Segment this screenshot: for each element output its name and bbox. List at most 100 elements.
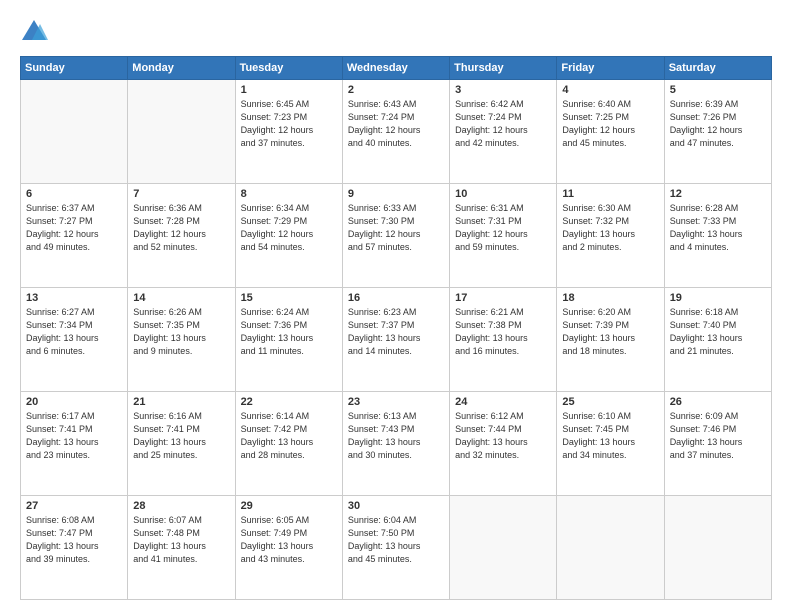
day-info: Sunrise: 6:40 AM Sunset: 7:25 PM Dayligh… — [562, 98, 658, 150]
day-number: 26 — [670, 396, 766, 408]
day-number: 29 — [241, 500, 337, 512]
day-number: 9 — [348, 188, 444, 200]
day-number: 12 — [670, 188, 766, 200]
day-number: 24 — [455, 396, 551, 408]
header — [20, 18, 772, 46]
day-info: Sunrise: 6:37 AM Sunset: 7:27 PM Dayligh… — [26, 202, 122, 254]
calendar-cell: 1Sunrise: 6:45 AM Sunset: 7:23 PM Daylig… — [235, 80, 342, 184]
day-number: 4 — [562, 84, 658, 96]
day-number: 1 — [241, 84, 337, 96]
calendar-cell: 19 Sunrise: 6:18 AM Sunset: 7:40 PM Dayli… — [664, 288, 771, 392]
day-number: 17 — [455, 292, 551, 304]
calendar-cell: 24 Sunrise: 6:12 AM Sunset: 7:44 PM Dayli… — [450, 392, 557, 496]
day-info: Sunrise: 6:05 AM Sunset: 7:49 PM Dayligh… — [241, 514, 337, 566]
day-info: Sunrise: 6:36 AM Sunset: 7:28 PM Dayligh… — [133, 202, 229, 254]
calendar-cell — [664, 496, 771, 600]
calendar-table: SundayMondayTuesdayWednesdayThursdayFrid… — [20, 56, 772, 600]
day-info: Sunrise: 6:30 AM Sunset: 7:32 PM Dayligh… — [562, 202, 658, 254]
calendar-header-row: SundayMondayTuesdayWednesdayThursdayFrid… — [21, 57, 772, 80]
calendar-cell: 18Sunrise: 6:20 AM Sunset: 7:39 PM Dayli… — [557, 288, 664, 392]
day-number: 13 — [26, 292, 122, 304]
day-number: 7 — [133, 188, 229, 200]
calendar-cell: 5Sunrise: 6:39 AM Sunset: 7:26 PM Daylig… — [664, 80, 771, 184]
day-number: 11 — [562, 188, 658, 200]
calendar-cell: 29 Sunrise: 6:05 AM Sunset: 7:49 PM Dayli… — [235, 496, 342, 600]
day-info: Sunrise: 6:21 AM Sunset: 7:38 PM Dayligh… — [455, 306, 551, 358]
calendar-cell: 25 Sunrise: 6:10 AM Sunset: 7:45 PM Dayli… — [557, 392, 664, 496]
calendar-cell: 11 Sunrise: 6:30 AM Sunset: 7:32 PM Dayli… — [557, 184, 664, 288]
day-number: 8 — [241, 188, 337, 200]
day-number: 5 — [670, 84, 766, 96]
calendar-header-saturday: Saturday — [664, 57, 771, 80]
calendar-cell: 26Sunrise: 6:09 AM Sunset: 7:46 PM Dayli… — [664, 392, 771, 496]
calendar-header-friday: Friday — [557, 57, 664, 80]
day-info: Sunrise: 6:04 AM Sunset: 7:50 PM Dayligh… — [348, 514, 444, 566]
day-info: Sunrise: 6:17 AM Sunset: 7:41 PM Dayligh… — [26, 410, 122, 462]
calendar-cell: 28Sunrise: 6:07 AM Sunset: 7:48 PM Dayli… — [128, 496, 235, 600]
day-number: 14 — [133, 292, 229, 304]
day-number: 10 — [455, 188, 551, 200]
day-info: Sunrise: 6:23 AM Sunset: 7:37 PM Dayligh… — [348, 306, 444, 358]
calendar-cell: 6 Sunrise: 6:37 AM Sunset: 7:27 PM Daylig… — [21, 184, 128, 288]
calendar-header-thursday: Thursday — [450, 57, 557, 80]
day-number: 21 — [133, 396, 229, 408]
calendar-cell: 30 Sunrise: 6:04 AM Sunset: 7:50 PM Dayli… — [342, 496, 449, 600]
day-number: 20 — [26, 396, 122, 408]
calendar-cell: 27Sunrise: 6:08 AM Sunset: 7:47 PM Dayli… — [21, 496, 128, 600]
calendar-cell: 21 Sunrise: 6:16 AM Sunset: 7:41 PM Dayli… — [128, 392, 235, 496]
calendar-cell — [21, 80, 128, 184]
calendar-header-sunday: Sunday — [21, 57, 128, 80]
calendar-cell: 17 Sunrise: 6:21 AM Sunset: 7:38 PM Dayli… — [450, 288, 557, 392]
day-info: Sunrise: 6:14 AM Sunset: 7:42 PM Dayligh… — [241, 410, 337, 462]
calendar-cell: 3 Sunrise: 6:42 AM Sunset: 7:24 PM Daylig… — [450, 80, 557, 184]
day-info: Sunrise: 6:27 AM Sunset: 7:34 PM Dayligh… — [26, 306, 122, 358]
day-info: Sunrise: 6:28 AM Sunset: 7:33 PM Dayligh… — [670, 202, 766, 254]
day-number: 27 — [26, 500, 122, 512]
day-info: Sunrise: 6:20 AM Sunset: 7:39 PM Dayligh… — [562, 306, 658, 358]
calendar-cell: 9Sunrise: 6:33 AM Sunset: 7:30 PM Daylig… — [342, 184, 449, 288]
calendar-week-3: 13 Sunrise: 6:27 AM Sunset: 7:34 PM Dayli… — [21, 288, 772, 392]
day-number: 25 — [562, 396, 658, 408]
day-info: Sunrise: 6:31 AM Sunset: 7:31 PM Dayligh… — [455, 202, 551, 254]
calendar-cell: 12 Sunrise: 6:28 AM Sunset: 7:33 PM Dayli… — [664, 184, 771, 288]
day-info: Sunrise: 6:42 AM Sunset: 7:24 PM Dayligh… — [455, 98, 551, 150]
calendar-week-4: 20 Sunrise: 6:17 AM Sunset: 7:41 PM Dayli… — [21, 392, 772, 496]
day-info: Sunrise: 6:13 AM Sunset: 7:43 PM Dayligh… — [348, 410, 444, 462]
day-info: Sunrise: 6:10 AM Sunset: 7:45 PM Dayligh… — [562, 410, 658, 462]
day-number: 22 — [241, 396, 337, 408]
calendar-cell: 16 Sunrise: 6:23 AM Sunset: 7:37 PM Dayli… — [342, 288, 449, 392]
page: SundayMondayTuesdayWednesdayThursdayFrid… — [0, 0, 792, 612]
calendar-week-1: 1Sunrise: 6:45 AM Sunset: 7:23 PM Daylig… — [21, 80, 772, 184]
day-info: Sunrise: 6:24 AM Sunset: 7:36 PM Dayligh… — [241, 306, 337, 358]
calendar-cell — [450, 496, 557, 600]
calendar-cell: 22 Sunrise: 6:14 AM Sunset: 7:42 PM Dayli… — [235, 392, 342, 496]
calendar-cell: 7 Sunrise: 6:36 AM Sunset: 7:28 PM Daylig… — [128, 184, 235, 288]
calendar-cell: 4 Sunrise: 6:40 AM Sunset: 7:25 PM Daylig… — [557, 80, 664, 184]
day-number: 6 — [26, 188, 122, 200]
day-number: 16 — [348, 292, 444, 304]
day-number: 15 — [241, 292, 337, 304]
day-number: 2 — [348, 84, 444, 96]
calendar-cell: 14 Sunrise: 6:26 AM Sunset: 7:35 PM Dayli… — [128, 288, 235, 392]
calendar-cell — [128, 80, 235, 184]
calendar-cell: 2Sunrise: 6:43 AM Sunset: 7:24 PM Daylig… — [342, 80, 449, 184]
calendar-cell: 13 Sunrise: 6:27 AM Sunset: 7:34 PM Dayli… — [21, 288, 128, 392]
day-number: 19 — [670, 292, 766, 304]
day-info: Sunrise: 6:26 AM Sunset: 7:35 PM Dayligh… — [133, 306, 229, 358]
day-number: 3 — [455, 84, 551, 96]
day-info: Sunrise: 6:07 AM Sunset: 7:48 PM Dayligh… — [133, 514, 229, 566]
calendar-cell: 8 Sunrise: 6:34 AM Sunset: 7:29 PM Daylig… — [235, 184, 342, 288]
calendar-week-2: 6 Sunrise: 6:37 AM Sunset: 7:27 PM Daylig… — [21, 184, 772, 288]
day-info: Sunrise: 6:34 AM Sunset: 7:29 PM Dayligh… — [241, 202, 337, 254]
calendar-header-monday: Monday — [128, 57, 235, 80]
calendar-week-5: 27Sunrise: 6:08 AM Sunset: 7:47 PM Dayli… — [21, 496, 772, 600]
day-number: 30 — [348, 500, 444, 512]
logo-icon — [20, 18, 48, 46]
logo — [20, 18, 52, 46]
day-info: Sunrise: 6:16 AM Sunset: 7:41 PM Dayligh… — [133, 410, 229, 462]
calendar-header-wednesday: Wednesday — [342, 57, 449, 80]
day-info: Sunrise: 6:18 AM Sunset: 7:40 PM Dayligh… — [670, 306, 766, 358]
calendar-header-tuesday: Tuesday — [235, 57, 342, 80]
day-info: Sunrise: 6:12 AM Sunset: 7:44 PM Dayligh… — [455, 410, 551, 462]
calendar-cell: 23Sunrise: 6:13 AM Sunset: 7:43 PM Dayli… — [342, 392, 449, 496]
